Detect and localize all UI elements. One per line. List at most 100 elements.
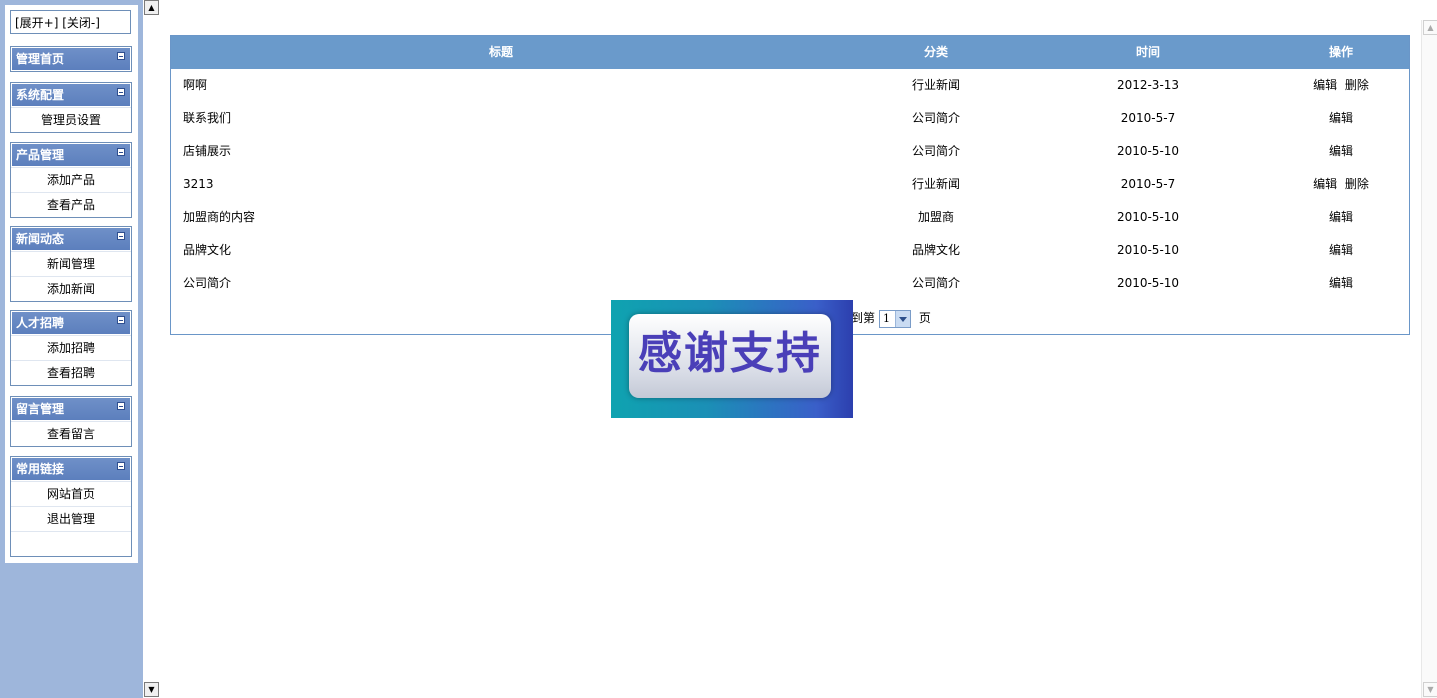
column-header-title: 标题 xyxy=(488,45,513,59)
row-time: 2010-5-7 xyxy=(1120,177,1176,191)
row-actions: 编辑 xyxy=(1271,102,1411,135)
collapse-icon[interactable] xyxy=(117,88,125,96)
menu-group-product: 产品管理添加产品 查看产品 xyxy=(10,142,132,218)
sidebar-menu-item[interactable]: 查看留言 xyxy=(11,421,131,446)
column-header-action: 操作 xyxy=(1328,45,1353,59)
scroll-up-arrow-icon[interactable]: ▲ xyxy=(1423,20,1437,35)
pager-suffix: 页 xyxy=(918,311,931,325)
row-category: 公司简介 xyxy=(911,111,960,125)
edit-link[interactable]: 编辑 xyxy=(1329,243,1353,257)
banner-text: 感谢支持 xyxy=(638,328,822,379)
row-category: 加盟商 xyxy=(917,210,954,224)
collapse-all-link[interactable]: [关闭-] xyxy=(62,16,100,30)
menu-group-header[interactable]: 留言管理 xyxy=(11,397,131,421)
sidebar-menu-item[interactable]: 新闻管理 xyxy=(11,251,131,276)
page-select[interactable]: 1 xyxy=(879,309,912,328)
row-time: 2012-3-13 xyxy=(1116,78,1180,92)
row-time: 2010-5-7 xyxy=(1120,111,1176,125)
edit-link[interactable]: 编辑 xyxy=(1313,78,1337,92)
main-frame-scrollbar[interactable]: ▲ ▼ xyxy=(1421,20,1437,698)
edit-link[interactable]: 编辑 xyxy=(1313,177,1337,191)
collapse-icon[interactable] xyxy=(117,148,125,156)
row-title-link[interactable]: 公司简介 xyxy=(183,267,583,300)
chevron-down-icon[interactable] xyxy=(895,310,911,327)
collapse-icon[interactable] xyxy=(117,402,125,410)
menu-group-title: 管理首页 xyxy=(16,52,65,66)
article-list-table: 标题 分类 时间 操作 啊啊 行业新闻 2012-3-13 编辑 删除 联系我们 公司简介… xyxy=(170,35,1410,335)
menu-group-home: 管理首页 xyxy=(10,46,132,72)
sidebar-menu-item[interactable]: 网站首页 xyxy=(11,481,131,506)
row-time: 2010-5-10 xyxy=(1116,144,1180,158)
page-select-value: 1 xyxy=(883,311,891,325)
column-header-category: 分类 xyxy=(923,45,948,59)
menu-group-title: 产品管理 xyxy=(16,148,65,162)
edit-link[interactable]: 编辑 xyxy=(1329,111,1353,125)
menu-group-header[interactable]: 新闻动态 xyxy=(11,227,131,251)
sidebar-menu-item[interactable]: 管理员设置 xyxy=(11,107,131,132)
row-actions: 编辑 xyxy=(1271,234,1411,267)
table-row: 店铺展示 公司简介 2010-5-10 编辑 xyxy=(171,135,1409,168)
menu-group-title: 人才招聘 xyxy=(16,316,65,330)
thanks-banner[interactable]: 感谢支持 xyxy=(611,300,853,418)
collapse-icon[interactable] xyxy=(117,462,125,470)
row-time: 2010-5-10 xyxy=(1116,276,1180,290)
menu-group-header[interactable]: 系统配置 xyxy=(11,83,131,107)
scroll-up-arrow-icon[interactable]: ▲ xyxy=(144,0,159,15)
menu-group-links: 常用链接 网站首页 退出管理 xyxy=(10,456,132,557)
sidebar-menu-item[interactable]: 添加产品 xyxy=(11,167,131,192)
menu-group-header[interactable]: 产品管理 xyxy=(11,143,131,167)
menu-group-title: 新闻动态 xyxy=(16,232,65,246)
sidebar-menu-item[interactable]: 查看招聘 xyxy=(11,360,131,385)
row-actions: 编辑 xyxy=(1271,267,1411,300)
row-title-link[interactable]: 品牌文化 xyxy=(183,234,583,267)
scroll-down-arrow-icon[interactable]: ▼ xyxy=(144,682,159,697)
row-actions: 编辑 删除 xyxy=(1271,168,1411,201)
row-time: 2010-5-10 xyxy=(1116,243,1180,257)
menu-group-header[interactable]: 管理首页 xyxy=(11,47,131,71)
menu-group-header[interactable]: 常用链接 xyxy=(11,457,131,481)
row-title-link[interactable]: 加盟商的内容 xyxy=(183,201,583,234)
menu-group-system: 系统配置管理员设置 xyxy=(10,82,132,133)
table-header: 标题 分类 时间 操作 xyxy=(171,36,1409,69)
left-frame-scrollbar[interactable]: ▲ ▼ xyxy=(143,0,160,698)
scroll-down-arrow-icon[interactable]: ▼ xyxy=(1423,682,1437,697)
row-actions: 编辑 xyxy=(1271,201,1411,234)
expand-collapse-toggle: [展开+] [关闭-] xyxy=(10,10,131,34)
collapse-icon[interactable] xyxy=(117,52,125,60)
delete-link[interactable]: 删除 xyxy=(1345,177,1369,191)
sidebar-menu-item[interactable]: 查看产品 xyxy=(11,192,131,217)
menu-group-message: 留言管理查看留言 xyxy=(10,396,132,447)
sidebar-menu-item[interactable]: 添加新闻 xyxy=(11,276,131,301)
row-actions: 编辑 删除 xyxy=(1271,69,1411,102)
edit-link[interactable]: 编辑 xyxy=(1329,210,1353,224)
row-time: 2010-5-10 xyxy=(1116,210,1180,224)
row-title-link[interactable]: 联系我们 xyxy=(183,102,583,135)
sidebar-menu-item[interactable]: 退出管理 xyxy=(11,506,131,531)
menu-spacer xyxy=(11,531,131,556)
sidebar-menu-item[interactable]: 添加招聘 xyxy=(11,335,131,360)
table-row: 啊啊 行业新闻 2012-3-13 编辑 删除 xyxy=(171,69,1409,102)
delete-link[interactable]: 删除 xyxy=(1345,78,1369,92)
banner-plate: 感谢支持 xyxy=(629,314,831,398)
menu-group-news: 新闻动态新闻管理 添加新闻 xyxy=(10,226,132,302)
menu-group-title: 系统配置 xyxy=(16,88,65,102)
pagination: 到第 1 页 xyxy=(851,308,931,328)
edit-link[interactable]: 编辑 xyxy=(1329,144,1353,158)
row-category: 公司简介 xyxy=(911,276,960,290)
menu-group-recruit: 人才招聘添加招聘 查看招聘 xyxy=(10,310,132,386)
edit-link[interactable]: 编辑 xyxy=(1329,276,1353,290)
row-title-link[interactable]: 店铺展示 xyxy=(183,135,583,168)
row-title-link[interactable]: 啊啊 xyxy=(183,69,583,102)
collapse-icon[interactable] xyxy=(117,232,125,240)
menu-group-title: 留言管理 xyxy=(16,402,65,416)
table-row: 加盟商的内容 加盟商 2010-5-10 编辑 xyxy=(171,201,1409,234)
table-row: 联系我们 公司简介 2010-5-7 编辑 xyxy=(171,102,1409,135)
collapse-icon[interactable] xyxy=(117,316,125,324)
expand-all-link[interactable]: [展开+] xyxy=(15,16,58,30)
row-category: 品牌文化 xyxy=(911,243,960,257)
menu-group-header[interactable]: 人才招聘 xyxy=(11,311,131,335)
row-title-link[interactable]: 3213 xyxy=(183,168,583,201)
pager-prefix: 到第 xyxy=(851,311,876,325)
column-header-time: 时间 xyxy=(1135,45,1160,59)
row-category: 行业新闻 xyxy=(911,78,960,92)
